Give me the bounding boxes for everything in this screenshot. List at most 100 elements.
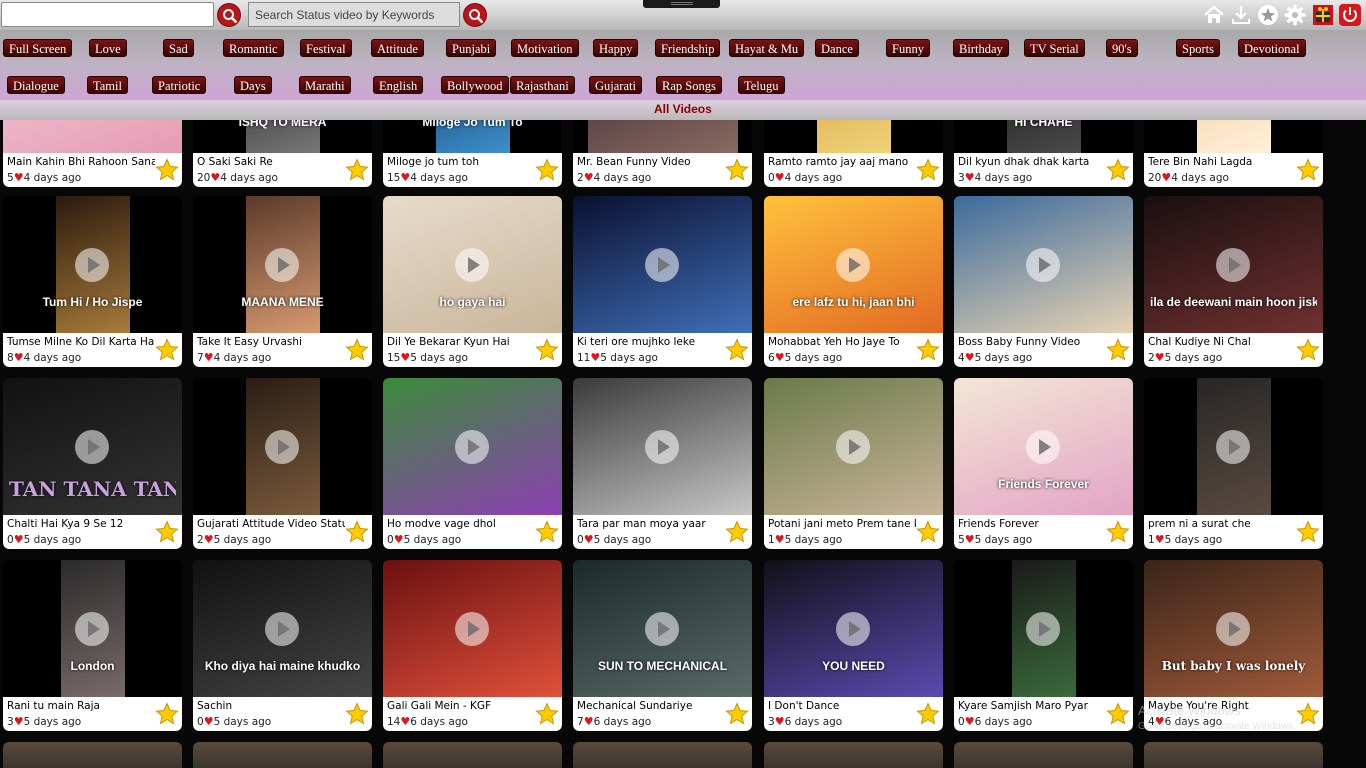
video-title[interactable]: Potani jani meto Prem tane karyo bbox=[768, 518, 916, 530]
play-icon[interactable] bbox=[645, 247, 679, 282]
heart-icon[interactable]: ♥ bbox=[584, 533, 594, 546]
favorite-star-icon[interactable] bbox=[155, 338, 179, 362]
favorite-star-icon[interactable] bbox=[535, 520, 559, 544]
favorite-star-icon[interactable] bbox=[155, 520, 179, 544]
video-card[interactable]: Tere Bin Nahi Lagda 20♥4 days ago bbox=[1144, 120, 1323, 187]
category-devotional[interactable]: Devotional bbox=[1238, 39, 1306, 57]
favorite-star-icon[interactable] bbox=[345, 520, 369, 544]
video-search-input[interactable] bbox=[248, 2, 460, 27]
play-icon[interactable] bbox=[1216, 247, 1250, 282]
category-happy[interactable]: Happy bbox=[593, 39, 639, 57]
favorite-star-icon[interactable] bbox=[725, 702, 749, 726]
category-love[interactable]: Love bbox=[89, 39, 127, 57]
play-icon[interactable] bbox=[265, 429, 299, 464]
category-90-s[interactable]: 90's bbox=[1106, 39, 1138, 57]
video-title[interactable]: Tere Bin Nahi Lagda bbox=[1148, 156, 1296, 168]
category-funny[interactable]: Funny bbox=[886, 39, 930, 57]
favorite-star-icon[interactable] bbox=[1106, 338, 1130, 362]
heart-icon[interactable]: ♥ bbox=[14, 715, 24, 728]
category-punjabi[interactable]: Punjabi bbox=[446, 39, 497, 57]
category-dialogue[interactable]: Dialogue bbox=[7, 76, 65, 94]
settings-icon[interactable] bbox=[1284, 4, 1306, 26]
favorite-icon[interactable] bbox=[1257, 4, 1279, 26]
heart-icon[interactable]: ♥ bbox=[204, 715, 214, 728]
video-title[interactable]: Sachin bbox=[197, 700, 345, 712]
video-card[interactable] bbox=[193, 742, 372, 768]
category-romantic[interactable]: Romantic bbox=[223, 39, 284, 57]
video-title[interactable]: Chal Kudiye Ni Chal bbox=[1148, 336, 1296, 348]
favorite-star-icon[interactable] bbox=[1296, 520, 1320, 544]
favorite-star-icon[interactable] bbox=[916, 158, 940, 182]
heart-icon[interactable]: ♥ bbox=[204, 533, 214, 546]
heart-icon[interactable]: ♥ bbox=[1155, 533, 1165, 546]
video-title[interactable]: Boss Baby Funny Video bbox=[958, 336, 1106, 348]
video-title[interactable]: Main Kahin Bhi Rahoon Sanam bbox=[7, 156, 155, 168]
video-thumbnail[interactable]: MAANA MENE bbox=[193, 196, 372, 333]
video-card[interactable]: MAANA MENE Take It Easy Urvashi 7♥4 days a… bbox=[193, 196, 372, 367]
video-title[interactable]: prem ni a surat che bbox=[1148, 518, 1296, 530]
favorite-star-icon[interactable] bbox=[155, 158, 179, 182]
video-title[interactable]: Tumse Milne Ko Dil Karta Hai bbox=[7, 336, 155, 348]
favorite-star-icon[interactable] bbox=[1296, 338, 1320, 362]
heart-icon[interactable]: ♥ bbox=[775, 715, 785, 728]
video-card[interactable]: Tum Hi / Ho Jispe Tumse Milne Ko Dil Kart… bbox=[3, 196, 182, 367]
video-card[interactable]: Tara par man moya yaar 0♥5 days ago bbox=[573, 378, 752, 549]
favorite-star-icon[interactable] bbox=[1296, 158, 1320, 182]
heart-icon[interactable]: ♥ bbox=[14, 351, 24, 364]
power-icon[interactable] bbox=[1339, 4, 1361, 26]
category-tamil[interactable]: Tamil bbox=[87, 76, 128, 94]
favorite-star-icon[interactable] bbox=[1106, 702, 1130, 726]
video-title[interactable]: I Don't Dance bbox=[768, 700, 916, 712]
video-thumbnail[interactable] bbox=[383, 560, 562, 697]
video-thumbnail[interactable] bbox=[764, 120, 943, 153]
heart-icon[interactable]: ♥ bbox=[965, 171, 975, 184]
download-icon[interactable] bbox=[1230, 4, 1252, 26]
heart-icon[interactable]: ♥ bbox=[204, 351, 214, 364]
favorite-star-icon[interactable] bbox=[345, 702, 369, 726]
favorite-star-icon[interactable] bbox=[535, 158, 559, 182]
video-card[interactable]: Ramto ramto jay aaj mano 0♥4 days ago bbox=[764, 120, 943, 187]
category-tv-serial[interactable]: TV Serial bbox=[1024, 39, 1085, 57]
heart-icon[interactable]: ♥ bbox=[590, 351, 600, 364]
heart-icon[interactable]: ♥ bbox=[14, 533, 24, 546]
video-card[interactable]: ila de deewani main hoon jisk Chal Kudiye… bbox=[1144, 196, 1323, 367]
category-friendship[interactable]: Friendship bbox=[655, 39, 721, 57]
video-thumbnail[interactable]: TAN TANA TAN bbox=[3, 378, 182, 515]
video-title[interactable]: O Saki Saki Re bbox=[197, 156, 345, 168]
heart-icon[interactable]: ♥ bbox=[14, 171, 24, 184]
video-title[interactable]: Dil Ye Bekarar Kyun Hai bbox=[387, 336, 535, 348]
video-title[interactable]: Ho modve vage dhol bbox=[387, 518, 535, 530]
favorite-star-icon[interactable] bbox=[916, 702, 940, 726]
video-card[interactable]: prem ni a surat che 1♥5 days ago bbox=[1144, 378, 1323, 549]
category-sports[interactable]: Sports bbox=[1176, 39, 1220, 57]
favorite-star-icon[interactable] bbox=[535, 702, 559, 726]
category-full-screen[interactable]: Full Screen bbox=[3, 39, 73, 57]
video-search-button[interactable] bbox=[463, 3, 487, 27]
video-thumbnail[interactable] bbox=[954, 560, 1133, 697]
video-title[interactable]: Ramto ramto jay aaj mano bbox=[768, 156, 916, 168]
video-thumbnail[interactable] bbox=[3, 120, 182, 153]
favorite-star-icon[interactable] bbox=[725, 520, 749, 544]
heart-icon[interactable]: ♥ bbox=[1155, 351, 1165, 364]
heart-icon[interactable]: ♥ bbox=[775, 171, 785, 184]
video-card[interactable] bbox=[383, 742, 562, 768]
play-icon[interactable] bbox=[1026, 429, 1060, 464]
play-icon[interactable] bbox=[836, 429, 870, 464]
category-motivation[interactable]: Motivation bbox=[511, 39, 579, 57]
video-title[interactable]: Kyare Samjish Maro Pyar bbox=[958, 700, 1106, 712]
video-title[interactable]: Dil kyun dhak dhak karta bbox=[958, 156, 1106, 168]
favorite-star-icon[interactable] bbox=[725, 158, 749, 182]
play-icon[interactable] bbox=[836, 247, 870, 282]
category-english[interactable]: English bbox=[373, 76, 424, 94]
video-title[interactable]: Mechanical Sundariye bbox=[577, 700, 725, 712]
video-thumbnail[interactable]: ila de deewani main hoon jisk bbox=[1144, 196, 1323, 333]
video-title[interactable]: Friends Forever bbox=[958, 518, 1106, 530]
favorite-star-icon[interactable] bbox=[535, 338, 559, 362]
play-icon[interactable] bbox=[455, 247, 489, 282]
video-title[interactable]: Gujarati Attitude Video Status bbox=[197, 518, 345, 530]
video-thumbnail[interactable]: HI CHAHE bbox=[954, 120, 1133, 153]
video-card[interactable]: London Rani tu main Raja 3♥5 days ago bbox=[3, 560, 182, 731]
category-gujarati[interactable]: Gujarati bbox=[589, 76, 642, 94]
play-icon[interactable] bbox=[75, 247, 109, 282]
favorite-star-icon[interactable] bbox=[916, 520, 940, 544]
